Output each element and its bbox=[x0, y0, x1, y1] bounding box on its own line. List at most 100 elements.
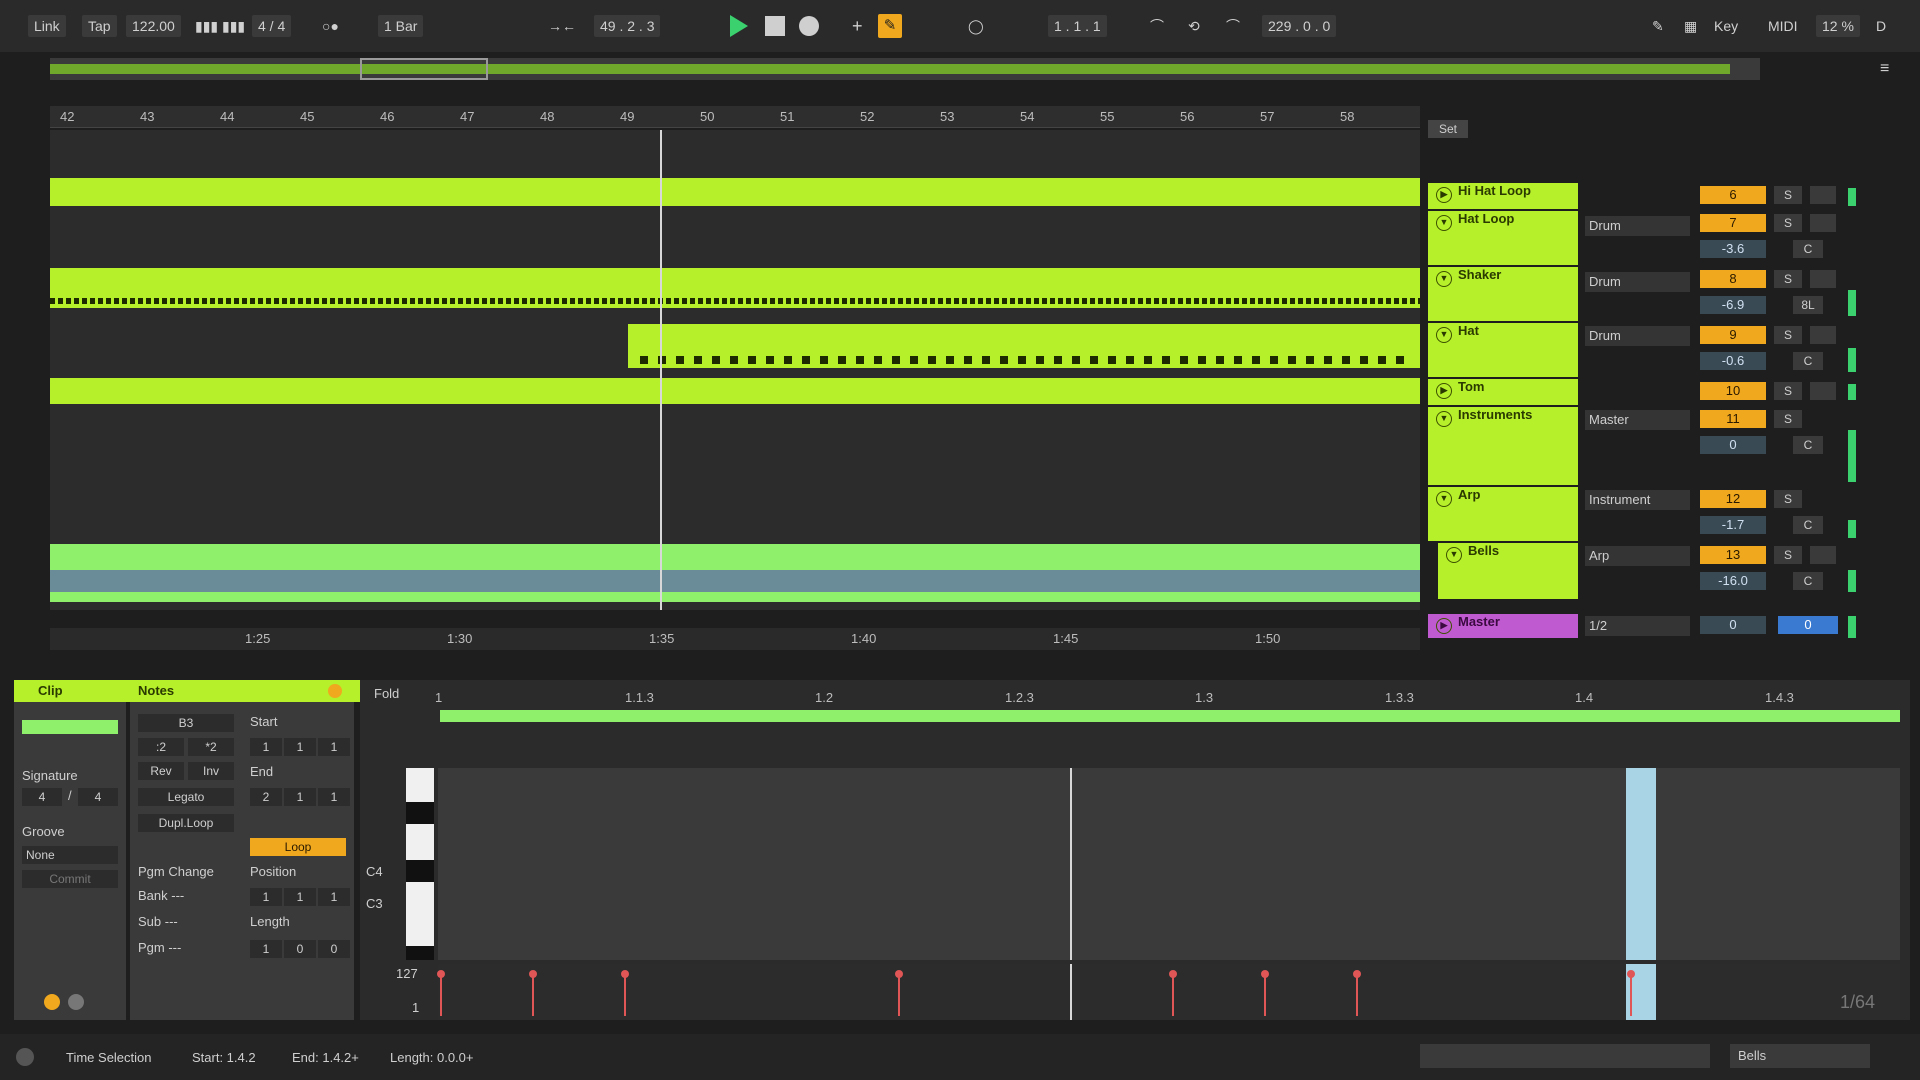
arm-icon[interactable] bbox=[1810, 326, 1836, 344]
position-sixteenth[interactable]: 1 bbox=[318, 888, 350, 906]
loop-length-field[interactable]: 229 . 0 . 0 bbox=[1262, 15, 1337, 37]
arm-icon[interactable] bbox=[1810, 382, 1836, 400]
note-grid[interactable] bbox=[438, 768, 1900, 960]
track-number[interactable]: 7 bbox=[1700, 214, 1766, 232]
routing-hat-loop[interactable]: Drum bbox=[1585, 216, 1690, 236]
beat-time-ruler[interactable]: 42 43 44 45 46 47 48 49 50 51 52 53 54 55 56 57 58 bbox=[50, 106, 1420, 128]
track-arp[interactable]: ▼ Arp bbox=[1428, 487, 1578, 541]
stop-button[interactable] bbox=[765, 16, 785, 36]
arrangement-overview[interactable] bbox=[50, 58, 1760, 80]
loop-start-field[interactable]: 1 . 1 . 1 bbox=[1048, 15, 1107, 37]
master-volume[interactable]: 0 bbox=[1778, 616, 1838, 634]
velocity-stem[interactable] bbox=[1172, 972, 1174, 1016]
duplicate-loop-button[interactable]: Dupl.Loop bbox=[138, 814, 234, 832]
velocity-stem[interactable] bbox=[532, 972, 534, 1016]
bank-field[interactable]: Bank --- bbox=[138, 888, 184, 903]
master-number[interactable]: 0 bbox=[1700, 616, 1766, 634]
clip-color-swatch[interactable] bbox=[22, 720, 118, 734]
groove-select[interactable]: None bbox=[22, 846, 118, 864]
velocity-stem[interactable] bbox=[440, 972, 442, 1016]
black-key[interactable] bbox=[406, 860, 434, 882]
black-key[interactable] bbox=[406, 946, 434, 960]
draw-mode-icon[interactable]: ✎ bbox=[1652, 15, 1664, 37]
nudge-icon[interactable]: ▮▮▮ ▮▮▮ bbox=[195, 15, 245, 37]
velocity-handle[interactable] bbox=[1169, 970, 1177, 978]
solo-button[interactable]: S bbox=[1774, 490, 1802, 508]
fold-icon[interactable]: ▶ bbox=[1436, 187, 1452, 203]
track-tom[interactable]: ▶ Tom bbox=[1428, 379, 1578, 405]
track-volume[interactable]: 0 bbox=[1700, 436, 1766, 454]
velocity-handle[interactable] bbox=[437, 970, 445, 978]
clip-arp[interactable] bbox=[50, 544, 1420, 570]
solo-button[interactable]: S bbox=[1774, 546, 1802, 564]
zoom-slider[interactable] bbox=[1420, 1044, 1710, 1068]
position-beat[interactable]: 1 bbox=[284, 888, 316, 906]
solo-button[interactable]: S bbox=[1774, 270, 1802, 288]
length-beat[interactable]: 0 bbox=[284, 940, 316, 958]
position-bar[interactable]: 1 bbox=[250, 888, 282, 906]
metronome-icon[interactable]: ○● bbox=[322, 15, 339, 37]
solo-button[interactable]: S bbox=[1774, 382, 1802, 400]
velocity-handle[interactable] bbox=[1261, 970, 1269, 978]
overdub-icon[interactable]: + bbox=[852, 15, 863, 37]
fold-icon[interactable]: ▼ bbox=[1436, 215, 1452, 231]
track-hi-hat-loop[interactable]: ▶ Hi Hat Loop bbox=[1428, 183, 1578, 209]
warp-icon[interactable] bbox=[68, 994, 84, 1010]
track-hat[interactable]: ▼ Hat bbox=[1428, 323, 1578, 377]
clip-tom[interactable] bbox=[50, 378, 1420, 404]
routing-instruments[interactable]: Master bbox=[1585, 410, 1690, 430]
fold-icon[interactable]: ▶ bbox=[1436, 383, 1452, 399]
start-beat[interactable]: 1 bbox=[284, 738, 316, 756]
menu-icon[interactable]: ≡ bbox=[1880, 60, 1904, 80]
start-bar[interactable]: 1 bbox=[250, 738, 282, 756]
double-length-button[interactable]: *2 bbox=[188, 738, 234, 756]
set-button[interactable]: Set bbox=[1428, 120, 1468, 138]
quantize-menu[interactable]: 1 Bar bbox=[378, 15, 424, 37]
velocity-handle[interactable] bbox=[529, 970, 537, 978]
clip-hi-hat-loop[interactable] bbox=[50, 178, 1420, 206]
solo-button[interactable]: S bbox=[1774, 410, 1802, 428]
track-number[interactable]: 11 bbox=[1700, 410, 1766, 428]
track-shaker[interactable]: ▼ Shaker bbox=[1428, 267, 1578, 321]
solo-button[interactable]: S bbox=[1774, 186, 1802, 204]
routing-arp[interactable]: Instrument bbox=[1585, 490, 1690, 510]
signature-numerator[interactable]: 4 bbox=[22, 788, 62, 806]
arm-icon[interactable] bbox=[1810, 270, 1836, 288]
length-sixteenth[interactable]: 0 bbox=[318, 940, 350, 958]
pan-knob[interactable]: C bbox=[1793, 352, 1823, 370]
track-volume[interactable]: -6.9 bbox=[1700, 296, 1766, 314]
pan-knob[interactable]: C bbox=[1793, 436, 1823, 454]
punch-in-icon[interactable]: ⌒ bbox=[1150, 15, 1164, 37]
track-volume[interactable]: -16.0 bbox=[1700, 572, 1766, 590]
solo-button[interactable]: S bbox=[1774, 326, 1802, 344]
fold-icon[interactable]: ▼ bbox=[1446, 547, 1462, 563]
reverse-button[interactable]: Rev bbox=[138, 762, 184, 780]
velocity-lane[interactable] bbox=[437, 964, 1900, 1020]
track-instruments[interactable]: ▼ Instruments bbox=[1428, 407, 1578, 485]
commit-button[interactable]: Commit bbox=[22, 870, 118, 888]
follow-icon[interactable]: →← bbox=[548, 15, 576, 37]
track-number[interactable]: 13 bbox=[1700, 546, 1766, 564]
automation-arm-icon[interactable]: ✎ bbox=[878, 14, 902, 38]
key-field[interactable]: B3 bbox=[138, 714, 234, 732]
track-hat-loop[interactable]: ▼ Hat Loop bbox=[1428, 211, 1578, 265]
time-ruler[interactable]: 1:25 1:30 1:35 1:40 1:45 1:50 bbox=[50, 628, 1420, 650]
selected-track-label[interactable]: Bells bbox=[1730, 1044, 1870, 1068]
program-field[interactable]: Pgm --- bbox=[138, 940, 181, 955]
track-volume[interactable]: -1.7 bbox=[1700, 516, 1766, 534]
link-button[interactable]: Link bbox=[28, 15, 66, 37]
track-number[interactable]: 10 bbox=[1700, 382, 1766, 400]
velocity-handle[interactable] bbox=[895, 970, 903, 978]
end-bar[interactable]: 2 bbox=[250, 788, 282, 806]
length-bar[interactable]: 1 bbox=[250, 940, 282, 958]
keyboard-icon[interactable]: ▦ bbox=[1684, 15, 1697, 37]
velocity-stem[interactable] bbox=[1630, 972, 1632, 1016]
end-beat[interactable]: 1 bbox=[284, 788, 316, 806]
clip-bells[interactable] bbox=[50, 592, 1420, 602]
end-sixteenth[interactable]: 1 bbox=[318, 788, 350, 806]
velocity-handle[interactable] bbox=[1627, 970, 1635, 978]
overview-viewport[interactable] bbox=[360, 58, 488, 80]
launch-icon[interactable] bbox=[44, 994, 60, 1010]
punch-out-icon[interactable]: ⌒ bbox=[1226, 15, 1240, 37]
tap-button[interactable]: Tap bbox=[82, 15, 117, 37]
